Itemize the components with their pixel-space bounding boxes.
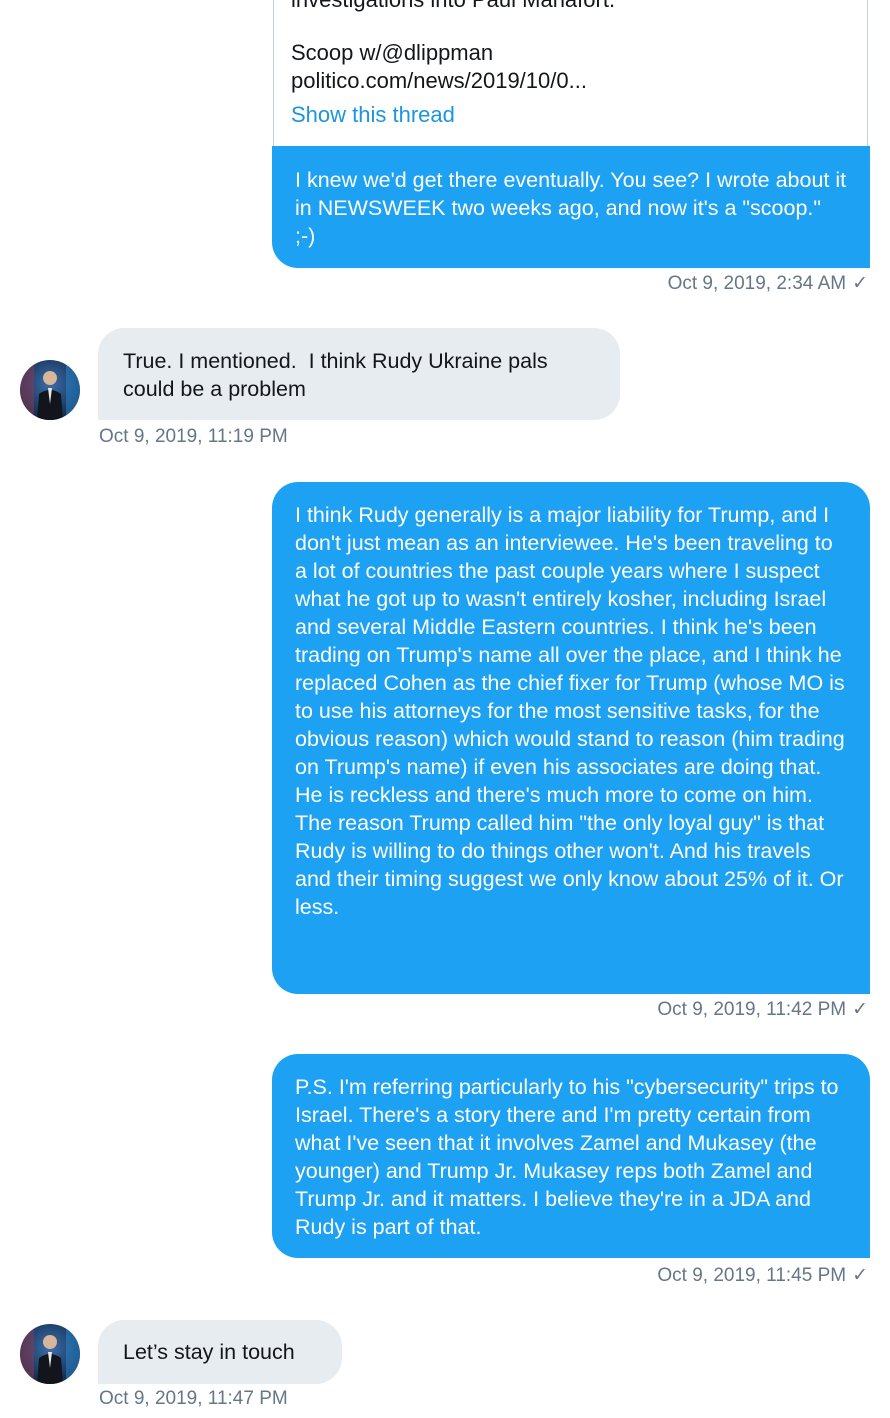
checkmark-icon: ✓ [852, 273, 868, 294]
quoted-tweet-link[interactable]: politico.com/news/2019/10/0... [291, 67, 587, 95]
message-timestamp: Oct 9, 2019, 11:42 PM ✓ [657, 998, 868, 1021]
message-text: True. I mentioned. I think Rudy Ukraine … [123, 349, 554, 401]
message-text: I think Rudy generally is a major liabil… [295, 503, 851, 919]
message-text: Let’s stay in touch [123, 1340, 295, 1364]
quoted-tweet-line: Scoop w/@dlippman [291, 40, 494, 65]
checkmark-icon: ✓ [852, 999, 868, 1020]
checkmark-icon: ✓ [852, 1265, 868, 1286]
message-bubble-sent[interactable]: I think Rudy generally is a major liabil… [272, 482, 870, 994]
quoted-tweet-cut-line: investigations into Paul Manafort. [291, 0, 615, 13]
message-timestamp: Oct 9, 2019, 2:34 AM ✓ [668, 272, 868, 295]
show-thread-link[interactable]: Show this thread [291, 101, 455, 129]
message-text: I knew we'd get there eventually. You se… [295, 168, 853, 248]
timestamp-text: Oct 9, 2019, 11:45 PM [657, 1265, 847, 1286]
message-bubble-received[interactable]: Let’s stay in touch [98, 1320, 342, 1384]
message-timestamp: Oct 9, 2019, 11:47 PM [99, 1388, 288, 1409]
message-bubble-received[interactable]: True. I mentioned. I think Rudy Ukraine … [98, 328, 620, 420]
message-bubble-sent[interactable]: P.S. I'm referring particularly to his "… [272, 1054, 870, 1258]
message-bubble-sent[interactable]: I knew we'd get there eventually. You se… [272, 146, 870, 268]
message-timestamp: Oct 9, 2019, 11:19 PM [99, 426, 288, 447]
quoted-tweet-card[interactable]: investigations into Paul Manafort. Scoop… [273, 0, 868, 146]
avatar-icon[interactable] [20, 1324, 80, 1384]
timestamp-text: Oct 9, 2019, 11:42 PM [657, 999, 847, 1020]
message-timestamp: Oct 9, 2019, 11:45 PM ✓ [657, 1264, 868, 1287]
avatar-icon[interactable] [20, 360, 80, 420]
timestamp-text: Oct 9, 2019, 2:34 AM [667, 273, 847, 294]
message-text: P.S. I'm referring particularly to his "… [295, 1075, 845, 1239]
